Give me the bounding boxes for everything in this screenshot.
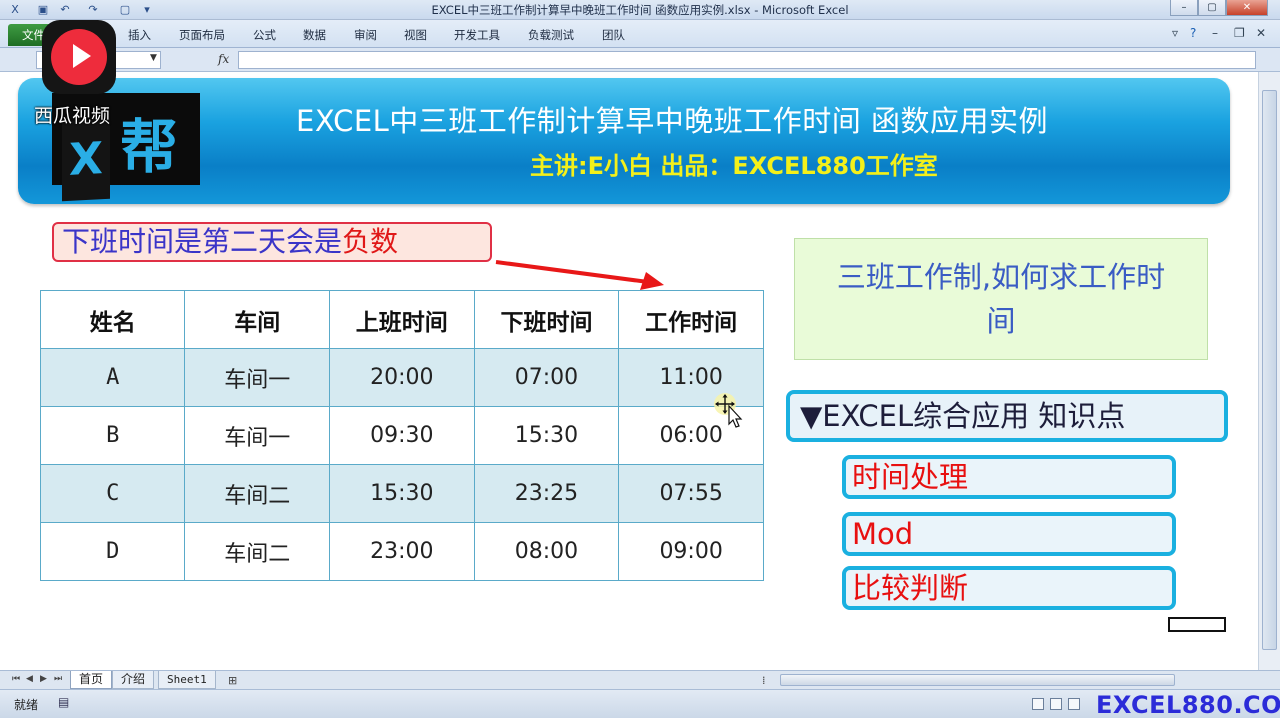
- cell-name[interactable]: C: [39, 464, 186, 523]
- first-sheet-icon[interactable]: ⏮: [12, 674, 20, 684]
- sheet-tabs-bar: ⏮ ◀ ▶ ⏭ 首页 介绍 Sheet1 ⊞ ⁞: [0, 670, 1280, 689]
- close-button[interactable]: ✕: [1226, 0, 1268, 16]
- maximize-button[interactable]: ▢: [1198, 0, 1226, 16]
- status-ready: 就绪: [14, 698, 39, 712]
- cell-start-time[interactable]: 15:30: [328, 464, 475, 523]
- cell-name[interactable]: B: [39, 406, 186, 465]
- table-row: B 车间一 09:30 15:30 06:00: [39, 406, 764, 465]
- knowledge-item-mod: Mod: [842, 512, 1176, 556]
- tab-review[interactable]: 审阅: [354, 27, 377, 43]
- tab-view[interactable]: 视图: [404, 27, 427, 43]
- name-box-dropdown-icon[interactable]: ▼: [150, 53, 157, 63]
- cell-work-hours[interactable]: 09:00: [618, 522, 764, 581]
- tab-split-handle-icon[interactable]: ⁞: [762, 674, 766, 687]
- red-arrow-icon: [495, 260, 664, 290]
- shift-time-table: 姓名 车间 上班时间 下班时间 工作时间 A 车间一 20:00 07:00 1…: [39, 290, 764, 581]
- header-start-time[interactable]: 上班时间: [328, 290, 475, 349]
- cell-end-time[interactable]: 07:00: [473, 348, 620, 407]
- table-row: D 车间二 23:00 08:00 09:00: [39, 522, 764, 581]
- video-watermark-text: 西瓜视频: [34, 105, 111, 127]
- cell-end-time[interactable]: 15:30: [473, 406, 620, 465]
- vertical-scrollbar[interactable]: [1258, 72, 1280, 670]
- sheet-tab-home[interactable]: 首页: [70, 671, 113, 689]
- help-icon[interactable]: ?: [1190, 26, 1196, 40]
- table-row: A 车间一 20:00 07:00 11:00: [39, 348, 764, 407]
- header-name[interactable]: 姓名: [39, 290, 186, 349]
- horizontal-scrollbar[interactable]: [780, 674, 1175, 686]
- logo-glyph: 帮: [120, 113, 179, 181]
- title-bar: X ▣ ↶ ↷ ▢ ▾ EXCEL中三班工作制计算早中晚班工作时间 函数应用实例…: [0, 0, 1280, 20]
- site-watermark: EXCEL880.COM: [1096, 691, 1280, 719]
- cell-start-time[interactable]: 20:00: [328, 348, 475, 407]
- cell-end-time[interactable]: 08:00: [473, 522, 620, 581]
- next-sheet-icon[interactable]: ▶: [40, 674, 47, 684]
- video-watermark-play-icon: [42, 20, 116, 94]
- cell-start-time[interactable]: 09:30: [328, 406, 475, 465]
- cell-end-time[interactable]: 23:25: [473, 464, 620, 523]
- tab-insert[interactable]: 插入: [128, 27, 151, 43]
- callout-highlight: 负数: [342, 225, 399, 258]
- last-sheet-icon[interactable]: ⏭: [54, 674, 62, 684]
- table-header-row: 姓名 车间 上班时间 下班时间 工作时间: [39, 290, 764, 349]
- formula-input[interactable]: [238, 51, 1256, 69]
- tab-team[interactable]: 团队: [602, 27, 625, 43]
- cell-workshop[interactable]: 车间二: [184, 464, 330, 523]
- doc-close-icon[interactable]: ✕: [1256, 26, 1266, 40]
- logo-x-mark: X: [62, 118, 110, 202]
- cell-start-time[interactable]: 23:00: [328, 522, 475, 581]
- vertical-scroll-thumb[interactable]: [1262, 90, 1277, 650]
- doc-restore-icon[interactable]: ❐: [1234, 26, 1245, 40]
- header-work-hours[interactable]: 工作时间: [618, 290, 764, 349]
- move-cursor-icon: [714, 393, 743, 428]
- cell-work-hours[interactable]: 07:55: [618, 464, 764, 523]
- knowledge-header: ▼EXCEL综合应用 知识点: [786, 390, 1228, 442]
- page-break-view-icon[interactable]: [1068, 698, 1080, 710]
- tab-data[interactable]: 数据: [303, 27, 326, 43]
- macro-record-icon[interactable]: ▤: [58, 695, 69, 709]
- minimize-button[interactable]: –: [1170, 0, 1198, 16]
- insert-sheet-icon[interactable]: ⊞: [228, 674, 237, 687]
- tab-page-layout[interactable]: 页面布局: [179, 27, 225, 43]
- collapse-ribbon-icon[interactable]: ▿: [1172, 26, 1178, 40]
- banner-title: EXCEL中三班工作制计算早中晚班工作时间 函数应用实例: [296, 104, 1049, 138]
- page-layout-view-icon[interactable]: [1050, 698, 1062, 710]
- cell-workshop[interactable]: 车间一: [184, 348, 330, 407]
- header-workshop[interactable]: 车间: [184, 290, 330, 349]
- question-line-2: 间: [986, 304, 1016, 338]
- cell-name[interactable]: A: [39, 348, 186, 407]
- banner-subtitle: 主讲:E小白 出品：EXCEL880工作室: [530, 152, 938, 180]
- knowledge-item-comparison: 比较判断: [842, 566, 1176, 610]
- sheet-tab-sheet1[interactable]: Sheet1: [158, 671, 216, 689]
- selected-cell-outline[interactable]: [1168, 617, 1226, 632]
- doc-minimize-icon[interactable]: –: [1212, 26, 1218, 40]
- tab-developer[interactable]: 开发工具: [454, 27, 500, 43]
- question-line-1: 三班工作制,如何求工作时: [836, 260, 1166, 294]
- window-title: EXCEL中三班工作制计算早中晚班工作时间 函数应用实例.xlsx - Micr…: [431, 3, 849, 17]
- cell-name[interactable]: D: [39, 522, 186, 581]
- table-row: C 车间二 15:30 23:25 07:55: [39, 464, 764, 523]
- cell-workshop[interactable]: 车间一: [184, 406, 330, 465]
- negative-note-callout: 下班时间是第二天会是负数: [52, 222, 492, 262]
- cell-workshop[interactable]: 车间二: [184, 522, 330, 581]
- status-bar: 就绪 ▤ EXCEL880.COM: [0, 689, 1280, 719]
- ribbon-tabs: 文件 插入 页面布局 公式 数据 审阅 视图 开发工具 负载测试 团队 ▿ ? …: [0, 20, 1280, 48]
- play-triangle-icon: [73, 44, 91, 68]
- formula-bar: ▼ fx: [0, 48, 1280, 72]
- tab-load-test[interactable]: 负载测试: [528, 27, 574, 43]
- sheet-tab-intro[interactable]: 介绍: [112, 671, 155, 689]
- prev-sheet-icon[interactable]: ◀: [26, 674, 33, 684]
- header-end-time[interactable]: 下班时间: [473, 290, 620, 349]
- question-box: 三班工作制,如何求工作时 间: [794, 238, 1208, 360]
- insert-function-icon[interactable]: fx: [218, 52, 229, 66]
- tab-formulas[interactable]: 公式: [253, 27, 276, 43]
- knowledge-item-time-processing: 时间处理: [842, 455, 1176, 499]
- callout-text: 下班时间是第二天会是: [62, 225, 343, 258]
- normal-view-icon[interactable]: [1032, 698, 1044, 710]
